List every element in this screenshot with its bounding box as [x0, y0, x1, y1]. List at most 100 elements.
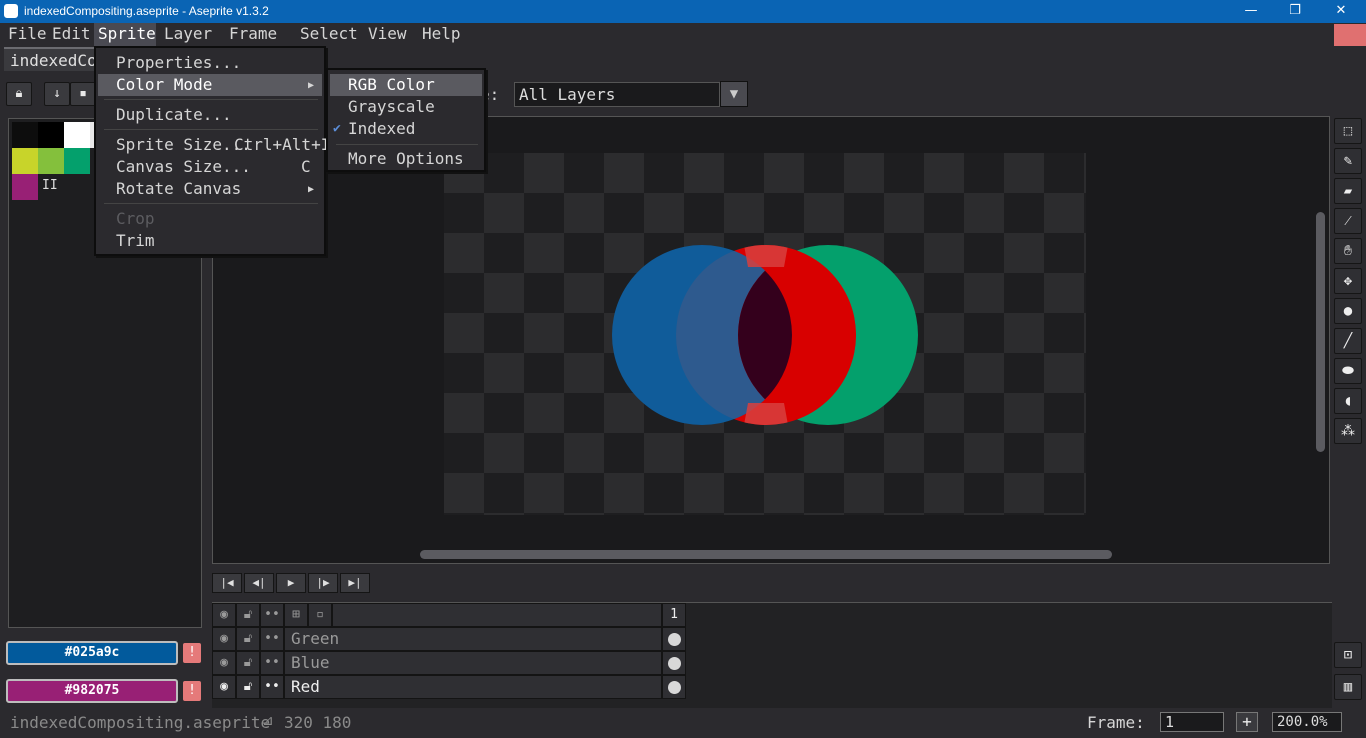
next-frame-button[interactable]: |▶	[308, 573, 338, 593]
menu-item-grayscale[interactable]: Grayscale	[330, 96, 482, 118]
layer-row[interactable]: ◉ 🔓︎ •• Green	[212, 627, 686, 651]
menu-layer[interactable]: Layer	[160, 23, 216, 46]
palette-swatch[interactable]	[12, 122, 38, 148]
timeline-header: ◉ 🔓︎ •• ⊞ ▫ 1	[212, 603, 686, 627]
play-button[interactable]: ▶	[276, 573, 306, 593]
cel[interactable]	[662, 651, 686, 675]
checkmark-icon: ✔	[333, 121, 341, 136]
padlock-icon[interactable]: 🔓︎	[236, 675, 260, 699]
sprite-canvas[interactable]	[444, 153, 1086, 515]
menu-edit[interactable]: Edit	[48, 23, 95, 46]
color-mode-menu: RGB Color Grayscale Indexed ✔ More Optio…	[326, 68, 486, 172]
marquee-tool-icon[interactable]: ⬚	[1334, 118, 1362, 144]
sprite-menu: Properties... Color Mode ▶ Duplicate... …	[94, 46, 330, 256]
menu-item-duplicate[interactable]: Duplicate...	[98, 104, 322, 126]
warning-icon[interactable]: !	[183, 643, 201, 663]
layer-name[interactable]: Blue	[284, 651, 662, 675]
padlock-icon[interactable]: 🔓︎	[236, 627, 260, 651]
menu-item-properties[interactable]: Properties...	[98, 52, 322, 74]
filmstrip-icon[interactable]: ▥	[1334, 674, 1362, 700]
menu-item-indexed[interactable]: Indexed	[330, 118, 482, 140]
zoom-1-1-icon[interactable]: ⊡	[1334, 642, 1362, 668]
minimize-button[interactable]: —	[1228, 0, 1274, 23]
palette-swatch[interactable]	[12, 174, 38, 200]
layer-name[interactable]: Green	[284, 627, 662, 651]
layers-select[interactable]: All Layers	[514, 82, 720, 107]
continuous-icon[interactable]: ••	[260, 675, 284, 699]
palette-swatch[interactable]	[64, 148, 90, 174]
menu-item-trim[interactable]: Trim	[98, 230, 322, 252]
menu-sprite[interactable]: Sprite	[94, 23, 156, 46]
page-icon[interactable]: ▪	[70, 82, 96, 106]
continuous-icon[interactable]: ••	[260, 651, 284, 675]
first-frame-button[interactable]: |◀	[212, 573, 242, 593]
last-frame-button[interactable]: ▶|	[340, 573, 370, 593]
warning-icon[interactable]: !	[183, 681, 201, 701]
ellipse-tool-icon[interactable]: ⬬	[1334, 358, 1362, 384]
pencil-tool-icon[interactable]: ✎	[1334, 148, 1362, 174]
status-filename: indexedCompositing.aseprite	[10, 713, 271, 732]
palette-swatch[interactable]	[12, 148, 38, 174]
continuous-icon[interactable]: ••	[260, 627, 284, 651]
hand-tool-icon[interactable]: ✋︎	[1334, 238, 1362, 264]
eye-icon[interactable]: ◉	[212, 627, 236, 651]
layer-row[interactable]: ◉ 🔓︎ •• Red	[212, 675, 686, 699]
menu-item-more-options[interactable]: More Options	[330, 148, 482, 170]
cel[interactable]	[662, 627, 686, 651]
frame-input[interactable]: 1	[1160, 712, 1224, 732]
padlock-icon[interactable]: 🔓︎	[236, 603, 260, 627]
horizontal-scrollbar[interactable]	[420, 550, 1112, 559]
menu-help[interactable]: Help	[418, 23, 465, 46]
palette-swatch[interactable]	[38, 148, 64, 174]
maximize-button[interactable]: ❐	[1272, 0, 1318, 23]
chevron-down-icon[interactable]: ▼	[720, 81, 748, 107]
move-tool-icon[interactable]: ✥	[1334, 268, 1362, 294]
status-canvas-size: 320 180	[284, 713, 352, 732]
news-flag-icon[interactable]	[1334, 24, 1366, 46]
continuous-icon[interactable]: ••	[260, 603, 284, 627]
menu-item-rgb-color[interactable]: RGB Color	[330, 74, 482, 96]
layer-new-icon[interactable]: ▫	[308, 603, 332, 627]
menu-separator	[104, 99, 318, 100]
tab-document[interactable]: indexedCompositing.aseprite	[4, 47, 104, 71]
submenu-arrow-icon: ▶	[308, 80, 315, 91]
menu-file[interactable]: File	[4, 23, 51, 46]
foreground-color-button[interactable]: #025a9c	[6, 641, 178, 665]
eye-icon[interactable]: ◉	[212, 603, 236, 627]
eye-icon[interactable]: ◉	[212, 651, 236, 675]
layer-row[interactable]: ◉ 🔓︎ •• Blue	[212, 651, 686, 675]
blur-tool-icon[interactable]: ◖	[1334, 388, 1362, 414]
eye-icon[interactable]: ◉	[212, 675, 236, 699]
previous-frame-button[interactable]: ◀|	[244, 573, 274, 593]
menu-frame[interactable]: Frame	[225, 23, 281, 46]
menu-item-color-mode[interactable]: Color Mode	[98, 74, 322, 96]
zoom-field[interactable]: 200.0%	[1272, 712, 1342, 732]
lock-icon[interactable]: 🔒︎	[6, 82, 32, 106]
close-button[interactable]: ✕	[1318, 0, 1364, 23]
menu-item-canvas-size[interactable]: Canvas Size...	[98, 156, 322, 178]
palette-swatch[interactable]	[64, 122, 90, 148]
jumble-tool-icon[interactable]: ⁂	[1334, 418, 1362, 444]
vertical-scrollbar[interactable]	[1316, 212, 1325, 452]
arrow-down-icon[interactable]: ↓	[44, 82, 70, 106]
menu-select[interactable]: Select	[296, 23, 362, 46]
eyedropper-tool-icon[interactable]: ⁄	[1334, 208, 1362, 234]
shortcut-sprite-size: Ctrl+Alt+I	[234, 135, 331, 154]
background-color-button[interactable]: #982075	[6, 679, 178, 703]
menu-view[interactable]: View	[364, 23, 411, 46]
submenu-arrow-icon: ▶	[308, 184, 315, 195]
frame-label: Frame:	[1087, 713, 1145, 732]
layer-name[interactable]: Red	[284, 675, 662, 699]
timeline-header-spacer	[332, 603, 662, 627]
menu-item-rotate-canvas[interactable]: Rotate Canvas	[98, 178, 322, 200]
line-tool-icon[interactable]: ╱	[1334, 328, 1362, 354]
palette-swatch[interactable]	[38, 122, 64, 148]
fill-tool-icon[interactable]: ●	[1334, 298, 1362, 324]
cel[interactable]	[662, 675, 686, 699]
palette-more-label: II	[42, 178, 58, 193]
frame-header-1[interactable]: 1	[662, 603, 686, 627]
add-frame-button[interactable]: +	[1236, 712, 1258, 732]
padlock-icon[interactable]: 🔓︎	[236, 651, 260, 675]
eraser-tool-icon[interactable]: ▰	[1334, 178, 1362, 204]
layer-group-icon[interactable]: ⊞	[284, 603, 308, 627]
